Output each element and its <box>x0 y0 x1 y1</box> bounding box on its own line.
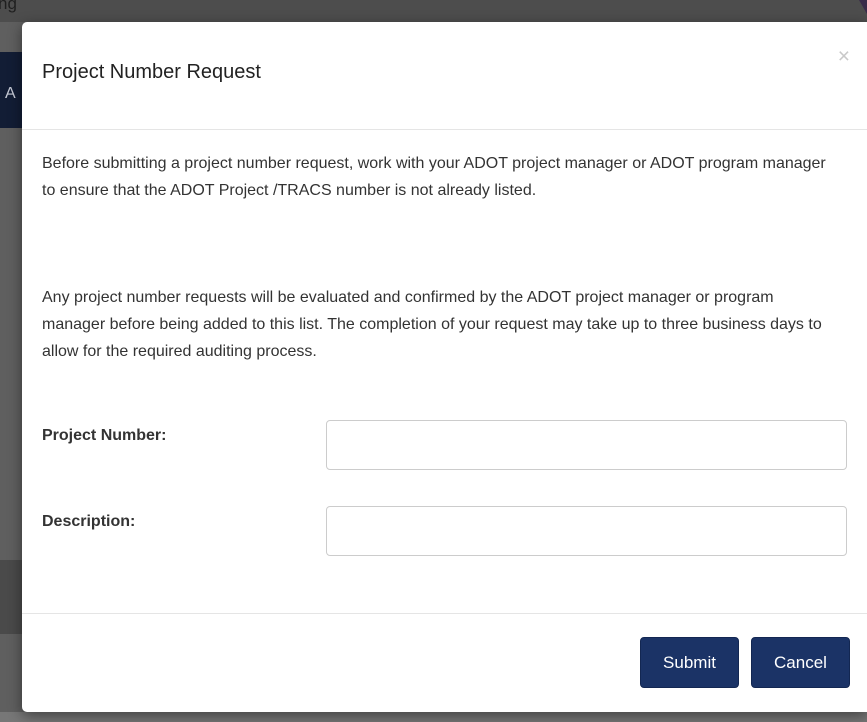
project-number-input[interactable] <box>326 420 847 470</box>
background-nav-text: A <box>5 85 16 102</box>
background-bottom <box>0 712 867 722</box>
project-number-request-dialog: Project Number Request × Before submitti… <box>22 22 867 712</box>
close-icon[interactable]: × <box>838 46 850 67</box>
description-input[interactable] <box>326 506 847 556</box>
instructions-paragraph: Before submitting a project number reque… <box>42 155 826 199</box>
description-label: Description: <box>42 513 136 530</box>
background-topbar-text: ng <box>0 0 17 13</box>
background-corner-accent <box>859 0 867 14</box>
project-number-label: Project Number: <box>42 427 167 444</box>
background-topbar: ng <box>0 0 867 22</box>
cancel-button[interactable]: Cancel <box>751 637 850 688</box>
background-stripe <box>0 560 24 634</box>
evaluation-paragraph: Any project number requests will be eval… <box>42 289 822 360</box>
submit-button[interactable]: Submit <box>640 637 739 688</box>
modal-footer: Submit Cancel <box>22 613 867 713</box>
modal-title: Project Number Request <box>42 61 261 83</box>
modal-header: Project Number Request × <box>22 22 867 130</box>
